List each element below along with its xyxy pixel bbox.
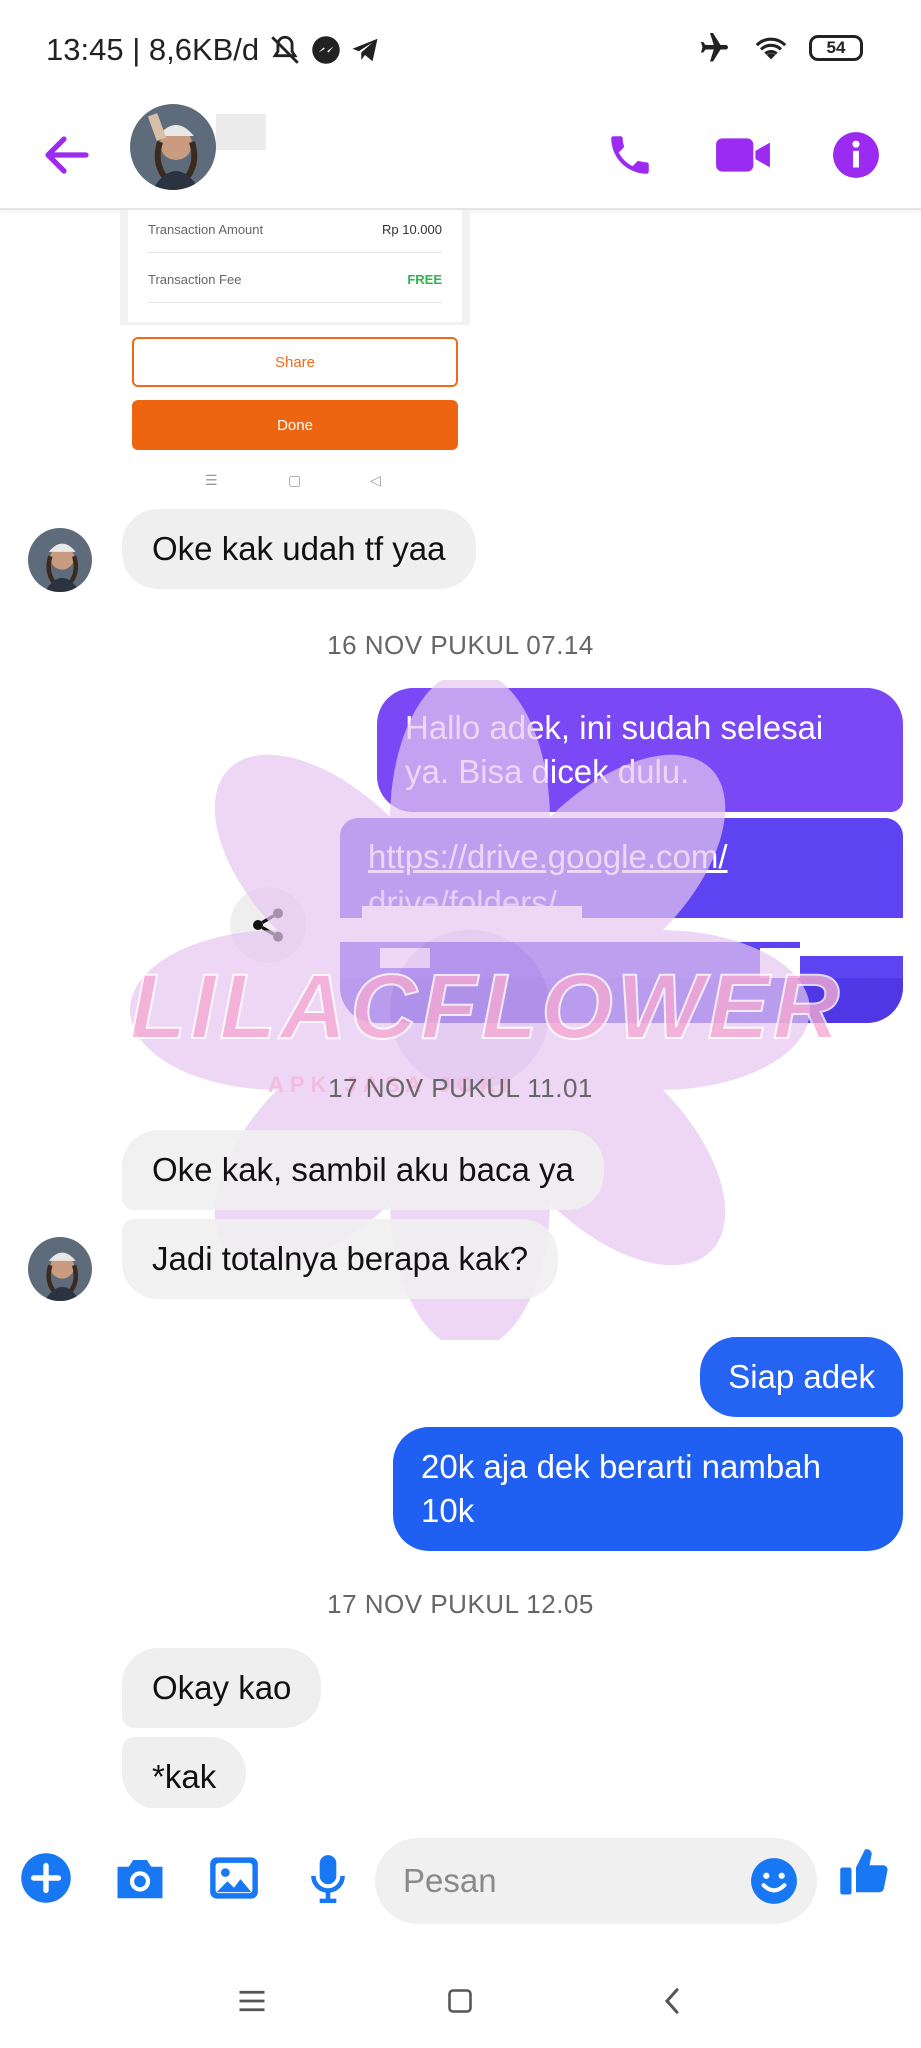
receipt-done-button: Done bbox=[132, 400, 458, 450]
receipt-image[interactable]: Transaction Amount Rp 10.000 Transaction … bbox=[120, 210, 470, 500]
contact-avatar[interactable] bbox=[130, 104, 216, 190]
receipt-menu-icon: ☰ bbox=[205, 472, 218, 488]
more-actions-button[interactable] bbox=[16, 1848, 76, 1908]
sender-avatar[interactable] bbox=[28, 528, 92, 592]
message-outgoing[interactable]: Siap adek bbox=[700, 1337, 903, 1417]
plus-icon bbox=[21, 1853, 71, 1903]
back-arrow-icon bbox=[45, 136, 89, 174]
menu-icon bbox=[239, 1990, 265, 2012]
receipt-row: Transaction Amount Rp 10.000 bbox=[148, 222, 442, 237]
message-incoming[interactable]: *kak bbox=[122, 1737, 247, 1809]
redaction bbox=[340, 918, 903, 942]
message-input[interactable] bbox=[403, 1856, 733, 1906]
phone-icon bbox=[611, 136, 649, 174]
message-incoming[interactable]: Oke kak, sambil aku baca ya bbox=[122, 1130, 604, 1210]
receipt-row: Transaction Fee FREE bbox=[148, 272, 442, 287]
watermark-title: LILACFLOWER bbox=[129, 955, 844, 1059]
recents-button[interactable] bbox=[222, 1976, 282, 2026]
home-square-icon bbox=[448, 1989, 472, 2013]
gallery-button[interactable] bbox=[204, 1848, 264, 1908]
message-input-wrapper bbox=[375, 1838, 817, 1924]
nav-back-button[interactable] bbox=[642, 1976, 702, 2026]
thumbs-up-icon bbox=[840, 1849, 888, 1895]
receipt-back-icon: ◁ bbox=[370, 472, 381, 488]
mute-bell-icon bbox=[271, 35, 299, 64]
microphone-icon bbox=[311, 1855, 345, 1903]
voice-button[interactable] bbox=[298, 1848, 358, 1908]
sender-avatar[interactable] bbox=[28, 1237, 92, 1301]
timestamp: 16 NOV PUKUL 07.14 bbox=[327, 630, 594, 660]
camera-button[interactable] bbox=[110, 1848, 170, 1908]
status-bar: 13:45 | 8,6KB/d 54 bbox=[0, 0, 921, 100]
emoji-button[interactable] bbox=[749, 1856, 799, 1906]
message-composer bbox=[0, 1808, 921, 1958]
call-button[interactable] bbox=[597, 122, 663, 188]
info-icon bbox=[833, 132, 879, 178]
timestamp: 17 NOV PUKUL 11.01 bbox=[328, 1073, 593, 1103]
camera-icon bbox=[117, 1860, 163, 1899]
video-call-button[interactable] bbox=[710, 122, 776, 188]
share-button[interactable] bbox=[230, 887, 306, 963]
like-button[interactable] bbox=[835, 1842, 895, 1902]
redaction bbox=[362, 906, 582, 918]
home-button[interactable] bbox=[430, 1976, 490, 2026]
message-incoming[interactable]: Oke kak udah tf yaa bbox=[122, 509, 476, 589]
system-nav-bar bbox=[0, 1958, 921, 2048]
info-button[interactable] bbox=[823, 122, 889, 188]
airplane-icon bbox=[701, 33, 728, 62]
emoji-icon bbox=[751, 1858, 797, 1904]
telegram-icon bbox=[352, 38, 378, 62]
wifi-icon bbox=[755, 37, 787, 60]
chat-header bbox=[0, 100, 921, 210]
image-icon bbox=[210, 1857, 258, 1899]
message-outgoing[interactable]: 20k aja dek berarti nambah 10k bbox=[393, 1427, 903, 1551]
message-incoming[interactable]: Jadi totalnya berapa kak? bbox=[122, 1219, 559, 1299]
receipt-card: Transaction Amount Rp 10.000 Transaction … bbox=[128, 210, 462, 322]
redaction bbox=[800, 940, 903, 956]
chevron-left-icon bbox=[664, 1988, 679, 2014]
status-time: 13:45 | 8,6KB/d bbox=[46, 32, 260, 67]
message-outgoing[interactable]: Hallo adek, ini sudah selesai ya. Bisa d… bbox=[377, 688, 903, 812]
messenger-icon bbox=[312, 36, 340, 64]
share-icon bbox=[253, 908, 283, 942]
message-incoming[interactable]: Okay kao bbox=[122, 1648, 322, 1728]
battery-indicator: 54 bbox=[809, 35, 863, 61]
link-url[interactable]: https://drive.google.com/ bbox=[368, 838, 728, 876]
contact-name bbox=[216, 114, 266, 150]
video-camera-icon bbox=[716, 138, 770, 172]
receipt-share-button: Share bbox=[132, 337, 458, 387]
back-button[interactable] bbox=[36, 125, 96, 185]
receipt-home-icon: ▢ bbox=[288, 472, 302, 488]
timestamp: 17 NOV PUKUL 12.05 bbox=[327, 1589, 594, 1619]
